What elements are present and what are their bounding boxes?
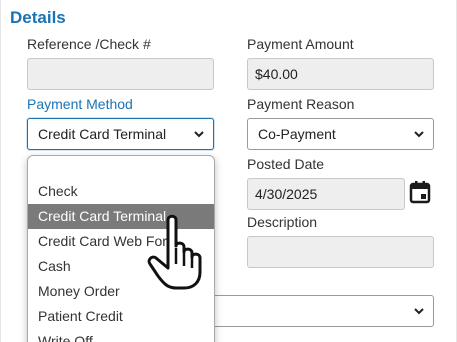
section-title: Details: [10, 8, 66, 27]
dropdown-option-check[interactable]: Check: [28, 179, 214, 204]
payment-reason-value: Co-Payment: [258, 126, 336, 142]
payment-reason-label: Payment Reason: [247, 96, 355, 112]
description-field[interactable]: [247, 236, 434, 268]
calendar-icon[interactable]: [409, 180, 431, 204]
details-panel: Details Reference /Check # Payment Amoun…: [0, 0, 457, 342]
payment-amount-label: Payment Amount: [247, 36, 354, 52]
chevron-down-icon: [194, 131, 204, 138]
payment-method-label: Payment Method: [27, 96, 133, 112]
reference-field[interactable]: [27, 58, 214, 90]
payment-reason-select[interactable]: Co-Payment: [247, 118, 434, 150]
payment-amount-field[interactable]: $40.00: [247, 58, 434, 90]
hand-pointer-cursor-icon: [147, 214, 202, 290]
posted-date-label: Posted Date: [247, 156, 325, 172]
posted-date-field[interactable]: 4/30/2025: [247, 178, 405, 210]
dropdown-option-patient-credit[interactable]: Patient Credit: [28, 304, 214, 329]
payment-method-value: Credit Card Terminal: [38, 126, 167, 142]
chevron-down-icon: [414, 308, 424, 315]
description-label: Description: [247, 214, 318, 230]
dropdown-option-write-off[interactable]: Write Off: [28, 329, 214, 342]
reference-label: Reference /Check #: [27, 36, 151, 52]
payment-method-select[interactable]: Credit Card Terminal: [27, 118, 214, 150]
chevron-down-icon: [414, 131, 424, 138]
